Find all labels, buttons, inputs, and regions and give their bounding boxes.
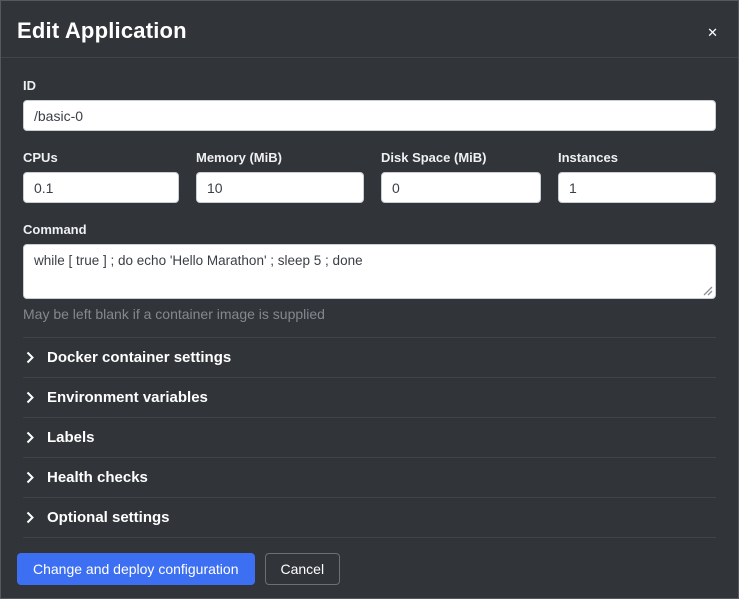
modal-footer: Change and deploy configuration Cancel xyxy=(1,538,738,599)
memory-input[interactable] xyxy=(196,172,364,203)
modal-header: Edit Application ✕ xyxy=(1,1,738,58)
disk-label: Disk Space (MiB) xyxy=(381,150,541,165)
section-label: Labels xyxy=(47,429,95,446)
section-label: Optional settings xyxy=(47,509,170,526)
command-label: Command xyxy=(23,222,716,237)
instances-input[interactable] xyxy=(558,172,716,203)
command-help-text: May be left blank if a container image i… xyxy=(23,306,716,322)
chevron-right-icon xyxy=(26,471,34,484)
section-docker-container-settings[interactable]: Docker container settings xyxy=(23,338,716,378)
section-health-checks[interactable]: Health checks xyxy=(23,458,716,498)
edit-application-modal: Edit Application ✕ ID CPUs Memory (MiB) … xyxy=(0,0,739,599)
chevron-right-icon xyxy=(26,431,34,444)
instances-label: Instances xyxy=(558,150,716,165)
section-optional-settings[interactable]: Optional settings xyxy=(23,498,716,538)
resize-handle-icon[interactable] xyxy=(702,285,713,296)
command-textarea[interactable]: while [ true ] ; do echo 'Hello Marathon… xyxy=(23,244,716,299)
cpus-input[interactable] xyxy=(23,172,179,203)
id-input[interactable] xyxy=(23,100,716,131)
section-label: Docker container settings xyxy=(47,349,231,366)
command-field: Command while [ true ] ; do echo 'Hello … xyxy=(23,222,716,322)
collapsible-sections: Docker container settings Environment va… xyxy=(23,337,716,538)
memory-label: Memory (MiB) xyxy=(196,150,364,165)
cpus-label: CPUs xyxy=(23,150,179,165)
close-icon[interactable]: ✕ xyxy=(701,20,724,45)
disk-input[interactable] xyxy=(381,172,541,203)
id-label: ID xyxy=(23,78,716,93)
chevron-right-icon xyxy=(26,391,34,404)
section-environment-variables[interactable]: Environment variables xyxy=(23,378,716,418)
cancel-button[interactable]: Cancel xyxy=(265,553,341,585)
section-label: Environment variables xyxy=(47,389,208,406)
disk-field: Disk Space (MiB) xyxy=(381,150,541,203)
change-and-deploy-button[interactable]: Change and deploy configuration xyxy=(17,553,255,585)
modal-body: ID CPUs Memory (MiB) Disk Space (MiB) In… xyxy=(1,58,738,538)
section-label: Health checks xyxy=(47,469,148,486)
cpus-field: CPUs xyxy=(23,150,179,203)
chevron-right-icon xyxy=(26,351,34,364)
section-labels[interactable]: Labels xyxy=(23,418,716,458)
instances-field: Instances xyxy=(558,150,716,203)
memory-field: Memory (MiB) xyxy=(196,150,364,203)
resources-row: CPUs Memory (MiB) Disk Space (MiB) Insta… xyxy=(23,150,716,203)
id-field: ID xyxy=(23,78,716,131)
chevron-right-icon xyxy=(26,511,34,524)
modal-title: Edit Application xyxy=(17,18,187,44)
